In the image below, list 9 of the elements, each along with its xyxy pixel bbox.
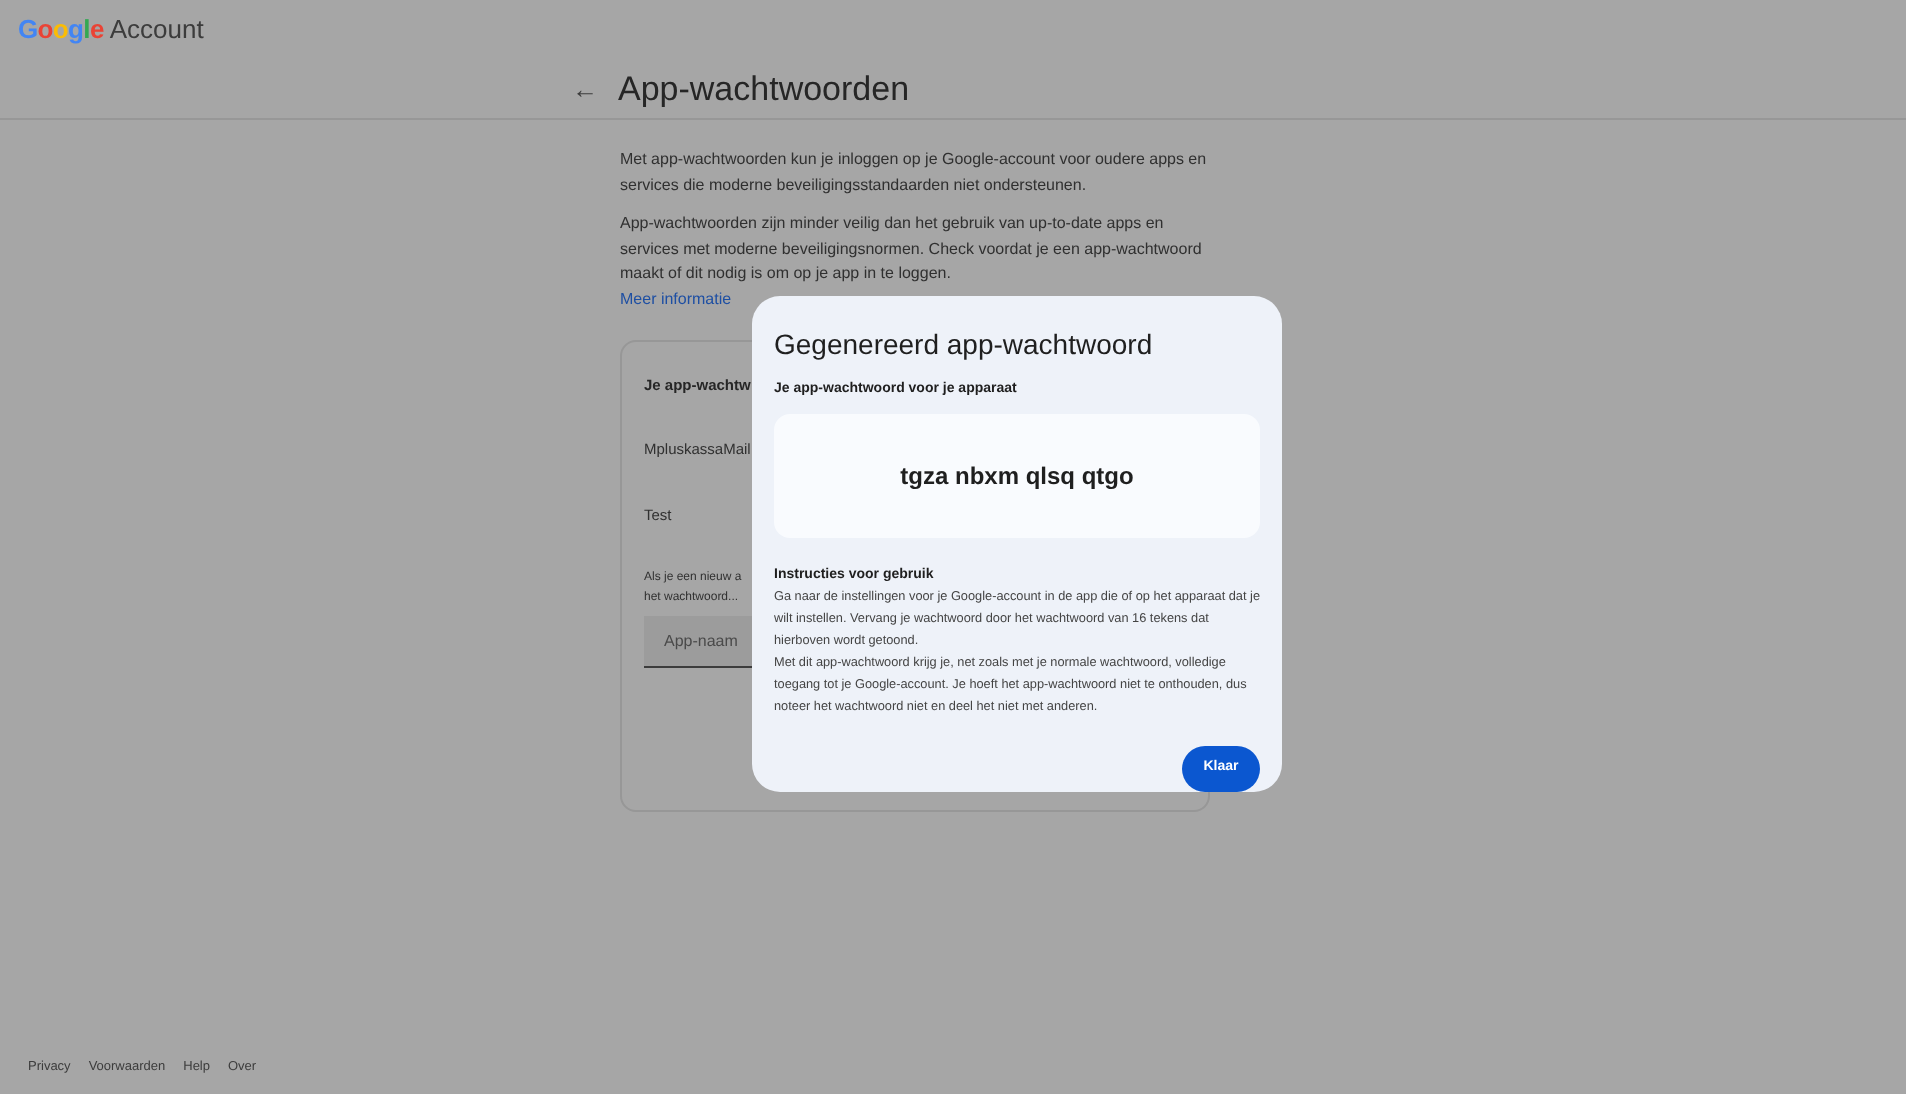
app-name-field[interactable]: App-naam [644, 616, 752, 669]
back-link[interactable]: ← [572, 69, 598, 109]
google-logo: Google [18, 12, 104, 49]
product-name: Account [109, 12, 204, 49]
paragraph: App-wachtwoorden zijn minder veilig dan het gebruik van up-to-date apps en services met moderne beveiligingsnormen. Check voordat je een app-wachtwoord maakt of dit nodig is om op je app in te loggen. [620, 212, 1204, 286]
dialog-title: Gegenereerd app-wachtwoord [774, 326, 1155, 364]
page-title: App-wachtwoorden [618, 67, 910, 112]
paragraph: Met app-wachtwoorden kun je inloggen op je Google-account voor oudere apps en services die moderne beveiligingsstandaarden niet ondersteunen. [620, 148, 1209, 198]
generated-password: tgza nbxm qlsq qtgo [900, 459, 1134, 493]
